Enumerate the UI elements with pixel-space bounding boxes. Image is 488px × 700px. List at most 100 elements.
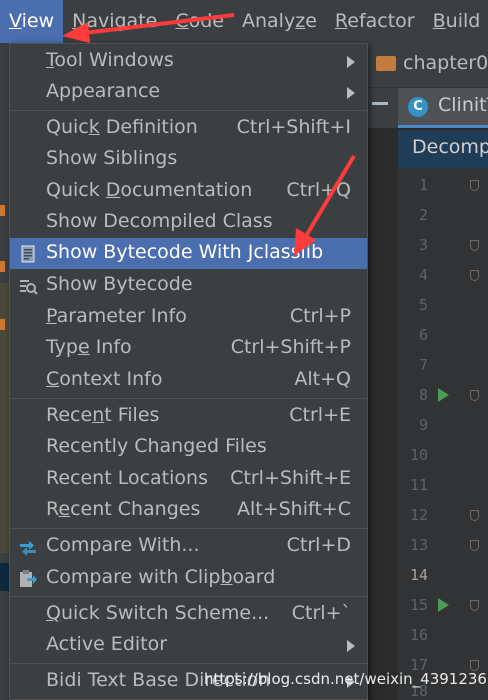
line-number: 16 <box>409 626 428 644</box>
menu-item-shortcut: Ctrl+Shift+I <box>236 116 351 138</box>
menu-item-label: Type Info <box>46 336 132 358</box>
menu-view[interactable]: View <box>0 0 64 43</box>
menu-item-show-decompiled-class[interactable]: Show Decompiled Class <box>10 207 367 238</box>
editor-gutter: 1 2 3 4 5 6 7 8 9 10 11 12 13 14 15 16 1… <box>398 168 488 700</box>
project-panel-edge <box>0 43 9 700</box>
menu-item-recent-locations[interactable]: Recent Locations Ctrl+Shift+E <box>10 464 367 495</box>
submenu-arrow-icon <box>347 640 355 652</box>
menu-item-shortcut: Ctrl+` <box>291 602 351 624</box>
menu-item-label: Recent Changes <box>46 498 201 520</box>
menu-item-label: Show Bytecode <box>46 273 193 295</box>
menu-item-shortcut: Ctrl+E <box>289 404 351 426</box>
line-number: 13 <box>409 536 428 554</box>
menu-separator <box>10 663 367 664</box>
menu-item-label: Quick Definition <box>46 116 198 138</box>
run-icon[interactable] <box>438 388 449 402</box>
menu-navigate[interactable]: Navigate <box>63 0 166 43</box>
line-number: 2 <box>418 206 428 224</box>
menu-item-context-info[interactable]: Context Info Alt+Q <box>10 365 367 396</box>
menu-item-active-editor[interactable]: Active Editor <box>10 630 367 661</box>
menu-item-label: Show Decompiled Class <box>46 210 273 232</box>
menu-separator <box>10 528 367 529</box>
menu-item-compare-with-clipboard[interactable]: Compare with Clipboard <box>10 563 367 594</box>
menu-item-quick-switch-scheme[interactable]: Quick Switch Scheme... Ctrl+` <box>10 599 367 630</box>
menu-item-label: Context Info <box>46 368 163 390</box>
minimize-icon[interactable] <box>372 102 388 105</box>
run-icon[interactable] <box>438 598 449 612</box>
menu-item-shortcut: Alt+Q <box>294 368 351 390</box>
menu-refactor[interactable]: Refactor <box>326 0 424 43</box>
menu-item-label: Parameter Info <box>46 305 187 327</box>
line-number: 8 <box>418 386 428 404</box>
menu-item-type-info[interactable]: Type Info Ctrl+Shift+P <box>10 333 367 364</box>
editor-tab-bar: C ClinitT <box>368 88 488 128</box>
menu-item-label: Quick Switch Scheme... <box>46 602 270 624</box>
menu-item-label: Recent Files <box>46 404 160 426</box>
main-menubar: View Navigate Code Analyze Refactor Buil… <box>0 0 488 44</box>
menu-item-label: Active Editor <box>46 633 168 655</box>
submenu-arrow-icon <box>347 87 355 99</box>
menu-item-recent-files[interactable]: Recent Files Ctrl+E <box>10 401 367 432</box>
menu-item-label: Appearance <box>46 80 161 102</box>
line-number: 15 <box>409 596 428 614</box>
line-number: 7 <box>418 356 428 374</box>
line-number: 1 <box>418 176 428 194</box>
fold-icon[interactable] <box>470 270 479 281</box>
clipboard-compare-icon <box>20 570 37 587</box>
menu-item-label: Compare With... <box>46 534 200 556</box>
line-number: 6 <box>418 326 428 344</box>
decompiled-banner: Decompi <box>398 130 488 168</box>
menu-item-tool-windows[interactable]: Tool Windows <box>10 46 367 77</box>
menu-item-show-bytecode-jclasslib[interactable]: Show Bytecode With Jclasslib <box>10 238 367 269</box>
menu-build[interactable]: Build <box>424 0 488 43</box>
line-number: 10 <box>409 446 428 464</box>
menu-item-shortcut: Ctrl+Shift+P <box>230 336 351 358</box>
decompiled-banner-label: Decompi <box>412 136 488 158</box>
view-menu-dropdown: Tool Windows Appearance Quick Definition… <box>9 43 368 700</box>
line-number: 3 <box>418 236 428 254</box>
fold-icon[interactable] <box>470 510 479 521</box>
line-number: 9 <box>418 416 428 434</box>
line-number: 14 <box>409 566 428 584</box>
submenu-arrow-icon <box>347 56 355 68</box>
menu-item-show-siblings[interactable]: Show Siblings <box>10 144 367 175</box>
menu-item-label: Tool Windows <box>46 49 174 71</box>
editor-tab-label: ClinitT <box>438 94 488 116</box>
menu-item-appearance[interactable]: Appearance <box>10 77 367 108</box>
menu-separator <box>10 398 367 399</box>
menu-item-compare-with[interactable]: Compare With... Ctrl+D <box>10 531 367 562</box>
fold-icon[interactable] <box>470 180 479 191</box>
menu-item-shortcut: Ctrl+D <box>286 534 351 556</box>
menu-item-show-bytecode[interactable]: Show Bytecode <box>10 270 367 301</box>
fold-icon[interactable] <box>470 600 479 611</box>
menu-separator <box>10 110 367 111</box>
menu-analyze[interactable]: Analyze <box>233 0 326 43</box>
line-number: 11 <box>409 476 428 494</box>
menu-item-label: Show Siblings <box>46 147 178 169</box>
folder-marker <box>0 319 5 330</box>
bytecode-search-icon <box>20 280 38 295</box>
line-number: 5 <box>418 296 428 314</box>
menu-item-shortcut: Alt+Shift+C <box>236 498 351 520</box>
menu-separator <box>10 596 367 597</box>
selected-row-edge <box>0 563 9 591</box>
menu-item-label: Quick Documentation <box>46 179 253 201</box>
editor-tab[interactable]: C ClinitT <box>398 88 488 128</box>
compare-icon <box>20 541 36 556</box>
menu-code[interactable]: Code <box>166 0 233 43</box>
class-icon: C <box>408 97 428 117</box>
menu-item-quick-definition[interactable]: Quick Definition Ctrl+Shift+I <box>10 113 367 144</box>
navigation-bar: chapter02 <box>368 43 488 88</box>
menu-item-quick-documentation[interactable]: Quick Documentation Ctrl+Q <box>10 176 367 207</box>
menu-item-parameter-info[interactable]: Parameter Info Ctrl+P <box>10 302 367 333</box>
folder-marker <box>0 205 5 216</box>
menu-item-label: Show Bytecode With Jclasslib <box>46 241 324 263</box>
fold-icon[interactable] <box>470 390 479 401</box>
menu-item-label: Recently Changed Files <box>46 435 267 457</box>
menu-item-recently-changed-files[interactable]: Recently Changed Files <box>10 432 367 463</box>
fold-icon[interactable] <box>470 540 479 551</box>
menu-item-recent-changes[interactable]: Recent Changes Alt+Shift+C <box>10 495 367 526</box>
breadcrumb[interactable]: chapter02 <box>403 52 488 74</box>
folder-marker <box>0 261 5 272</box>
fold-icon[interactable] <box>470 240 479 251</box>
